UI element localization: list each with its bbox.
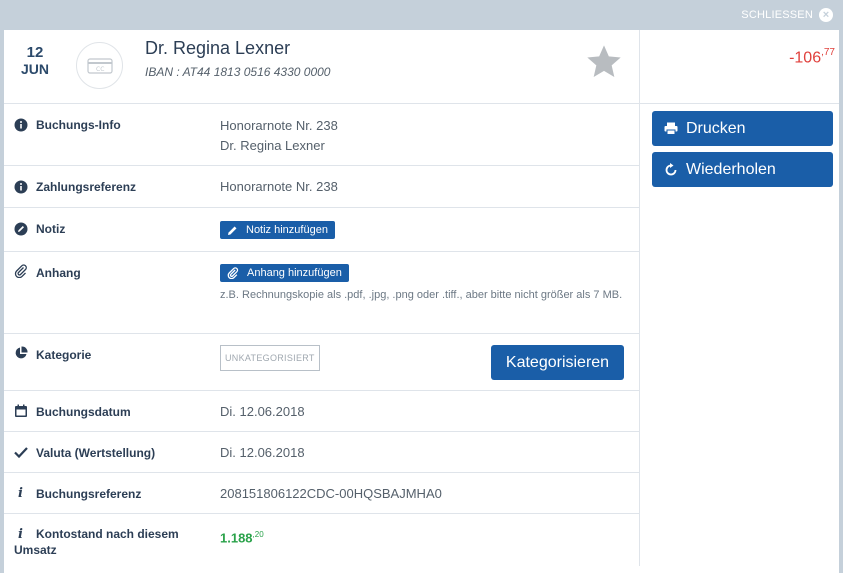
- info-icon: [14, 118, 28, 132]
- payee-iban: IBAN : AT44 1813 0516 4330 0000: [145, 65, 331, 79]
- label-valuta: Valuta (Wertstellung): [36, 446, 156, 460]
- column-divider: [639, 104, 640, 566]
- row-kategorie: Kategorie UNKATEGORISIERT Kategorisieren: [4, 334, 639, 391]
- row-notiz: Notiz Notiz hinzufügen: [4, 208, 639, 252]
- label-buchungs-info: Buchungs-Info: [36, 118, 121, 132]
- amount-box: -106,77: [639, 30, 839, 104]
- top-bar: SCHLIESSEN ×: [0, 0, 843, 30]
- paperclip-icon: [227, 267, 239, 279]
- pencil-icon: [228, 226, 237, 235]
- date-day: 12: [26, 44, 44, 61]
- value-valuta: Di. 12.06.2018: [220, 445, 305, 460]
- print-button[interactable]: Drucken: [652, 111, 833, 146]
- label-buchungsreferenz: Buchungsreferenz: [36, 487, 142, 501]
- pie-chart-icon: [15, 346, 28, 359]
- print-icon: [664, 122, 678, 135]
- add-note-button[interactable]: Notiz hinzufügen: [220, 221, 335, 239]
- close-icon: ×: [819, 8, 833, 22]
- date-month: JUN: [20, 61, 49, 77]
- booking-date-badge: 12 JUN: [4, 44, 66, 78]
- close-button[interactable]: SCHLIESSEN ×: [741, 8, 833, 22]
- payee-name: Dr. Regina Lexner: [145, 38, 291, 58]
- svg-text:CC: CC: [96, 66, 104, 73]
- info-italic-icon: i: [18, 486, 23, 499]
- label-kategorie: Kategorie: [36, 348, 92, 362]
- row-buchungs-info: Buchungs-Info Honorarnote Nr. 238 Dr. Re…: [4, 104, 639, 166]
- close-label: SCHLIESSEN: [741, 9, 813, 21]
- row-anhang: Anhang Anhang hinzufügen z.B. Rechnungsk…: [4, 252, 639, 334]
- add-attachment-button[interactable]: Anhang hinzufügen: [220, 264, 349, 282]
- transaction-header: 12 JUN CC Dr. Regina Lexner IBAN : AT44 …: [4, 30, 639, 104]
- value-buchungsdatum: Di. 12.06.2018: [220, 404, 305, 419]
- detail-rows: Buchungs-Info Honorarnote Nr. 238 Dr. Re…: [4, 104, 639, 568]
- paperclip-icon: [14, 264, 27, 278]
- card-icon: CC: [86, 57, 113, 74]
- transaction-amount: -106,77: [789, 47, 835, 67]
- calendar-icon: [15, 404, 27, 417]
- label-anhang: Anhang: [36, 266, 81, 280]
- svg-text:i: i: [18, 486, 23, 499]
- favorite-star-icon[interactable]: [584, 42, 624, 82]
- attachment-hint: z.B. Rechnungskopie als .pdf, .jpg, .png…: [220, 289, 623, 301]
- info-icon: [14, 180, 28, 194]
- repeat-icon: [665, 162, 677, 175]
- label-kontostand: Kontostand nach diesem Umsatz: [14, 527, 179, 557]
- repeat-button[interactable]: Wiederholen: [652, 152, 833, 187]
- categorize-button[interactable]: Kategorisieren: [491, 345, 624, 380]
- row-kontostand: i Kontostand nach diesem Umsatz 1.188,20: [4, 514, 639, 568]
- value-buchungsreferenz: 208151806122CDC-00HQSBAJMHA0: [220, 486, 442, 501]
- row-buchungsdatum: Buchungsdatum Di. 12.06.2018: [4, 391, 639, 432]
- value-kontostand: 1.188,20: [220, 530, 264, 546]
- label-notiz: Notiz: [36, 222, 66, 236]
- avatar: CC: [76, 42, 123, 89]
- anhang-cell: Anhang hinzufügen z.B. Rechnungskopie al…: [220, 264, 625, 305]
- row-buchungsreferenz: i Buchungsreferenz 208151806122CDC-00HQS…: [4, 473, 639, 514]
- repeat-label: Wiederholen: [686, 160, 776, 178]
- notiz-cell: Notiz hinzufügen: [220, 221, 335, 242]
- print-label: Drucken: [686, 119, 746, 137]
- label-zahlungsreferenz: Zahlungsreferenz: [36, 180, 137, 194]
- pencil-circle-icon: [14, 222, 28, 236]
- row-valuta: Valuta (Wertstellung) Di. 12.06.2018: [4, 432, 639, 473]
- row-zahlungsreferenz: Zahlungsreferenz Honorarnote Nr. 238: [4, 166, 639, 208]
- kategorie-cell: UNKATEGORISIERT: [220, 345, 320, 371]
- label-buchungsdatum: Buchungsdatum: [36, 405, 131, 419]
- value-buchungs-info: Honorarnote Nr. 238 Dr. Regina Lexner: [220, 118, 338, 153]
- checkmark-icon: [14, 447, 28, 459]
- category-badge: UNKATEGORISIERT: [220, 345, 320, 371]
- value-zahlungsreferenz: Honorarnote Nr. 238: [220, 179, 338, 194]
